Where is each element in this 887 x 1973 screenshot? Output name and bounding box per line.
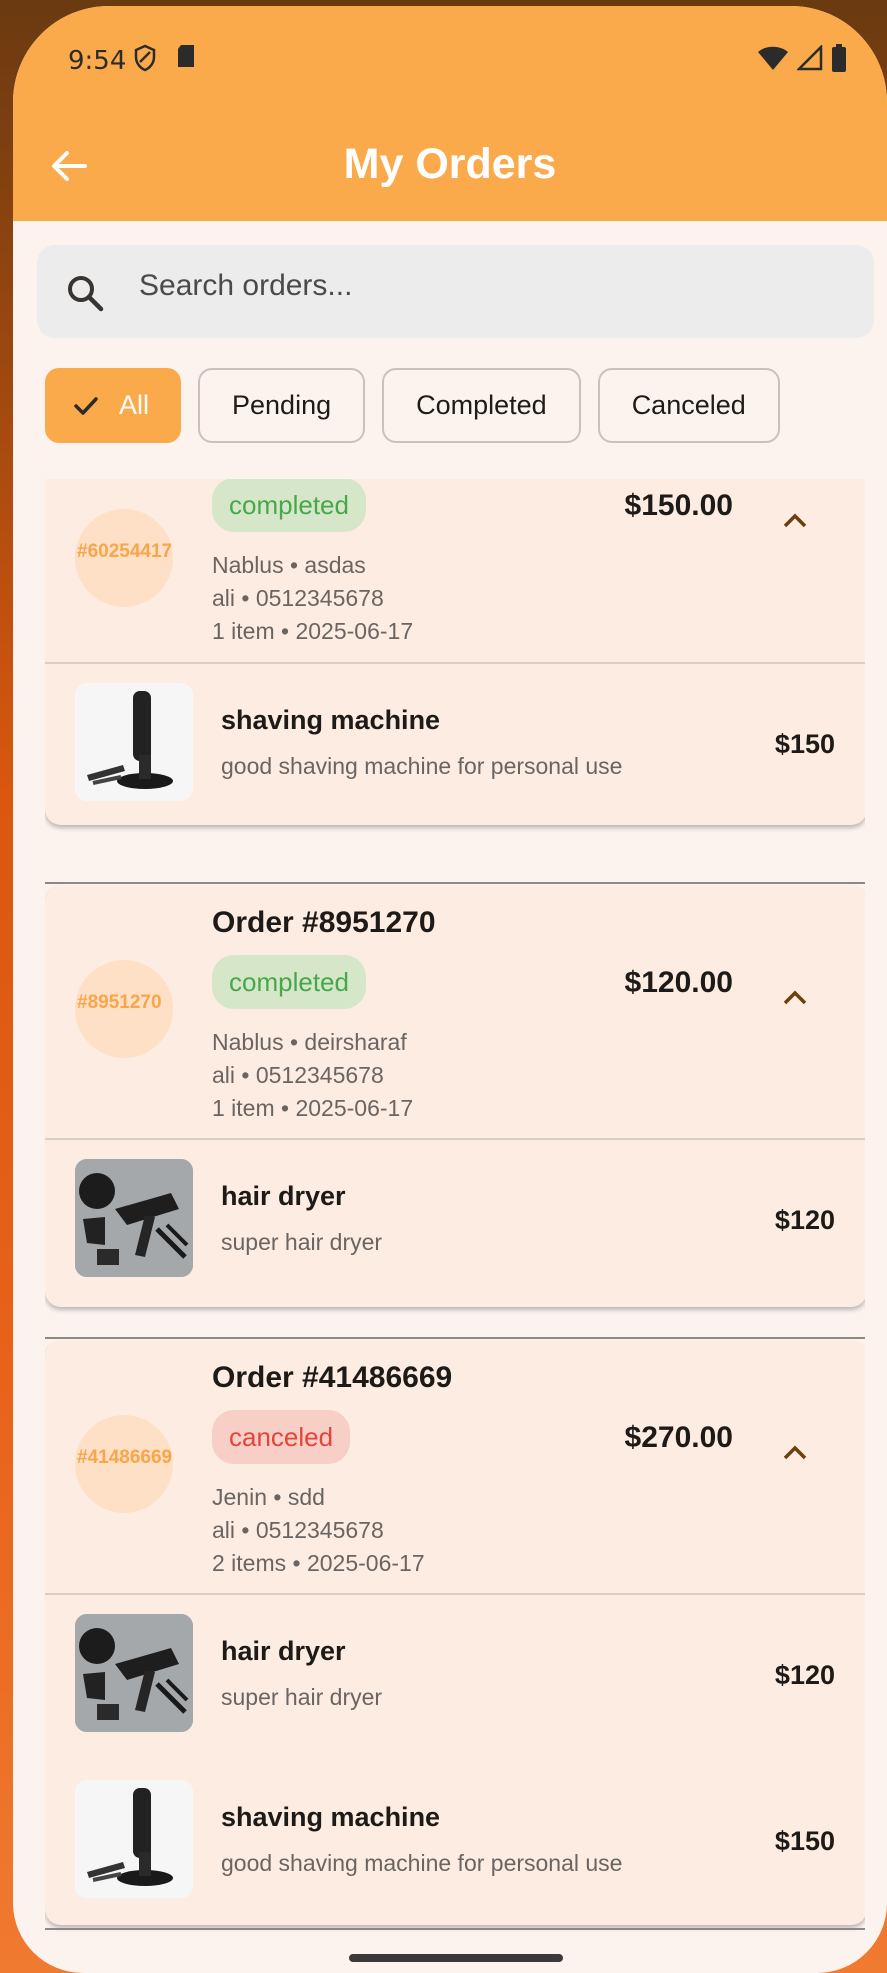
product-price: $120 [774,1205,835,1235]
order-contact: ali • 0512345678 [212,1062,384,1088]
filter-chip-canceled[interactable]: Canceled [597,368,780,443]
order-summary: 1 item • 2025-06-17 [212,618,414,644]
status-badge: completed [212,955,366,1009]
order-avatar: #41486669 [75,1415,173,1513]
product-price: $150 [774,729,835,759]
search-input[interactable] [139,269,839,303]
product-name: shaving machine [221,1802,441,1832]
order-contact: ali • 0512345678 [212,1517,384,1543]
filter-chip-all[interactable]: All [45,368,182,443]
divider [45,1593,865,1595]
orders-list[interactable]: #60254417 completed $150.00 Nablus • asd… [45,479,865,1949]
product-name: hair dryer [221,1181,346,1211]
wifi-icon [758,46,788,70]
divider [45,662,865,664]
order-item: shaving machine good shaving machine for… [45,1780,865,1900]
chevron-up-icon[interactable] [782,1443,808,1466]
app-bar: 9:54 My Orders [13,6,887,221]
product-description: super hair dryer [221,1684,383,1710]
order-title: Order #8951270 [212,906,436,939]
search-icon [65,273,105,318]
filter-chip-label: Completed [416,390,547,420]
cell-signal-icon [797,45,823,71]
product-image [75,1780,193,1898]
product-description: super hair dryer [221,1229,383,1255]
order-location: Nablus • deirsharaf [212,1029,407,1055]
order-summary: 2 items • 2025-06-17 [212,1550,425,1576]
product-name: hair dryer [221,1636,346,1666]
list-divider [45,882,865,884]
page-title: My Orders [343,140,557,188]
status-time: 9:54 [68,46,127,76]
status-badge: completed [212,479,366,532]
order-summary: 1 item • 2025-06-17 [212,1095,414,1121]
order-card: #60254417 completed $150.00 Nablus • asd… [45,479,865,825]
list-divider [45,1337,865,1339]
product-image [75,1159,193,1277]
product-description: good shaving machine for personal use [221,1850,623,1876]
product-image [75,683,193,801]
order-card: Order #8951270 #8951270 completed $120.0… [45,886,865,1307]
order-total: $120.00 [624,966,733,999]
order-item: shaving machine good shaving machine for… [45,683,865,803]
product-price: $150 [774,1826,835,1856]
status-icons [757,44,847,72]
order-avatar: #8951270 [75,960,173,1058]
filter-chip-completed[interactable]: Completed [382,368,581,443]
home-indicator[interactable] [349,1954,563,1962]
filter-chip-label: Pending [232,390,332,420]
chevron-up-icon[interactable] [782,511,808,534]
check-icon [74,396,98,415]
order-item: hair dryer super hair dryer $120 [45,1614,865,1734]
order-item: hair dryer super hair dryer $120 [45,1159,865,1279]
sd-card-icon [176,44,196,75]
product-price: $120 [774,1660,835,1690]
status-bar: 9:54 [13,6,887,116]
order-avatar: #60254417 [75,509,173,607]
order-contact: ali • 0512345678 [212,585,384,611]
order-card: Order #41486669 #41486669 canceled $270.… [45,1341,865,1925]
phone-screen: 9:54 My Orders All Pendi [13,6,887,1973]
filter-chip-pending[interactable]: Pending [198,368,366,443]
product-image [75,1614,193,1732]
filter-chip-label: All [119,390,150,420]
order-location: Jenin • sdd [212,1484,325,1510]
filter-chip-label: Canceled [631,390,746,420]
divider [45,1138,865,1140]
order-total: $150.00 [624,489,733,522]
product-description: good shaving machine for personal use [221,753,623,779]
battery-icon [832,44,846,72]
search-bar[interactable] [37,245,874,338]
chevron-up-icon[interactable] [782,988,808,1011]
order-total: $270.00 [624,1421,733,1454]
product-name: shaving machine [221,705,441,735]
filter-chips: All Pending Completed Canceled [45,368,780,443]
order-title: Order #41486669 [212,1361,453,1394]
shield-icon [133,44,157,79]
list-divider [45,1928,865,1930]
order-location: Nablus • asdas [212,552,366,578]
status-badge: canceled [212,1410,351,1464]
